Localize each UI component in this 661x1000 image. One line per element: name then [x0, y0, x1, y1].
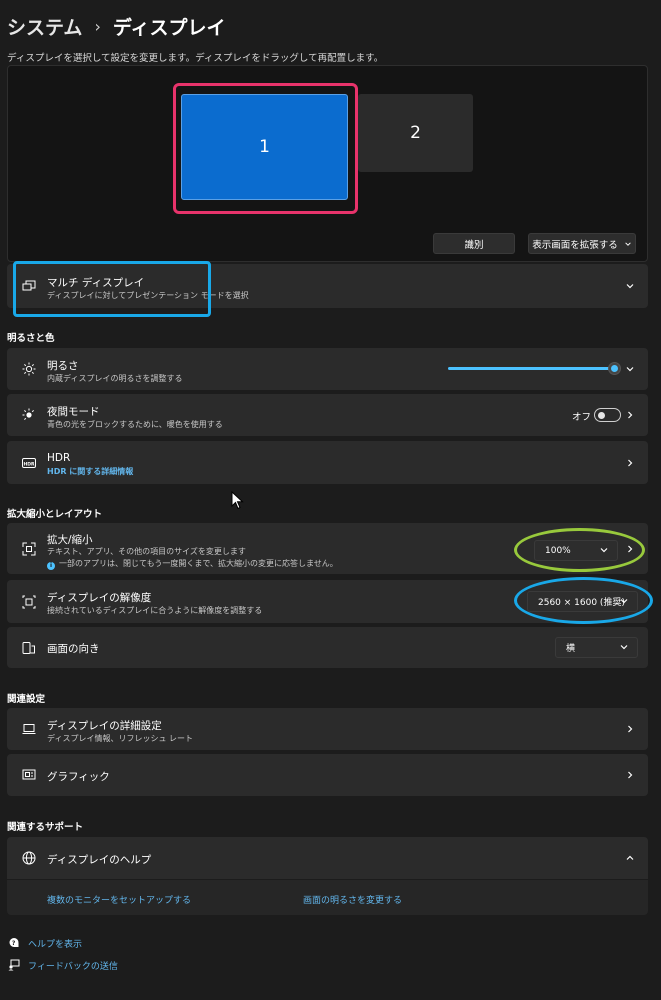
orientation-card: 画面の向き — [7, 627, 648, 668]
night-mode-title: 夜間モード — [47, 406, 100, 418]
night-mode-card[interactable]: 夜間モード 青色の光をブロックするために、暖色を使用する — [7, 394, 648, 436]
scale-note-text: 一部のアプリは、閉じてもう一度開くまで、拡大縮小の変更に応答しません。 — [59, 559, 338, 568]
graphics-title: グラフィック — [47, 771, 110, 783]
display-arrangement-panel: 1 2 識別 表示画面を拡張する — [7, 65, 648, 262]
brightness-section-heading: 明るさと色 — [7, 333, 55, 344]
resolution-title: ディスプレイの解像度 — [47, 592, 152, 604]
feedback-icon — [8, 959, 20, 971]
sun-icon — [21, 361, 37, 377]
display-help-card[interactable]: ディスプレイのヘルプ — [7, 837, 648, 879]
scale-section-heading: 拡大縮小とレイアウト — [7, 509, 103, 520]
pink-highlight-box — [173, 83, 358, 214]
breadcrumb-system[interactable]: システム — [7, 13, 82, 40]
send-feedback-link[interactable]: フィードバックの送信 — [28, 959, 118, 972]
orientation-dropdown[interactable]: 横 — [555, 637, 638, 658]
night-mode-state: オフ — [572, 412, 592, 423]
chevron-right-icon — [624, 409, 636, 421]
chevron-right-icon — [624, 769, 636, 781]
help-link-multi-monitor[interactable]: 複数のモニターをセットアップする — [47, 893, 191, 906]
identify-label: 識別 — [464, 239, 484, 251]
show-help-link[interactable]: ヘルプを表示 — [28, 937, 82, 950]
advanced-display-card[interactable]: ディスプレイの詳細設定 ディスプレイ情報、リフレッシュ レート — [7, 708, 648, 750]
scale-icon — [21, 541, 37, 557]
chevron-right-icon — [624, 723, 636, 735]
related-section-heading: 関連設定 — [7, 694, 46, 705]
display-help-title: ディスプレイのヘルプ — [47, 854, 152, 866]
orientation-value: 横 — [566, 644, 576, 654]
hdr-title: HDR — [47, 452, 71, 464]
help-link-brightness[interactable]: 画面の明るさを変更する — [303, 893, 402, 906]
scale-title: 拡大/縮小 — [47, 534, 93, 546]
brightness-slider-thumb[interactable] — [608, 362, 621, 375]
chevron-right-icon — [624, 457, 636, 469]
green-highlight-oval — [514, 528, 645, 572]
graphics-icon — [21, 767, 37, 783]
chevron-down-icon — [624, 280, 636, 292]
advanced-display-title: ディスプレイの詳細設定 — [47, 720, 162, 732]
identify-button[interactable]: 識別 — [433, 233, 515, 254]
page-subtitle: ディスプレイを選択して設定を変更します。ディスプレイをドラッグして再配置します。 — [7, 53, 384, 64]
chevron-down-icon — [620, 645, 628, 650]
laptop-icon — [21, 721, 37, 737]
svg-text:HDR: HDR — [24, 461, 36, 467]
brightness-title: 明るさ — [47, 360, 79, 372]
scale-note: i 一部のアプリは、閉じてもう一度開くまで、拡大縮小の変更に応答しません。 — [47, 558, 338, 570]
hdr-info-link[interactable]: HDR に関する詳細情報 — [47, 466, 133, 477]
advanced-display-desc: ディスプレイ情報、リフレッシュ レート — [47, 734, 193, 743]
chevron-down-icon[interactable] — [624, 363, 636, 375]
svg-text:?: ? — [12, 940, 16, 947]
night-light-icon — [21, 407, 37, 423]
help-icon: ? — [9, 937, 19, 947]
page-title: ディスプレイ — [112, 16, 226, 39]
brightness-desc: 内蔵ディスプレイの明るさを調整する — [47, 374, 183, 383]
orientation-icon — [21, 640, 37, 656]
resolution-icon — [21, 594, 37, 610]
hdr-icon: HDR — [21, 455, 37, 471]
graphics-card[interactable]: グラフィック — [7, 754, 648, 796]
scale-desc: テキスト、アプリ、その他の項目のサイズを変更します — [47, 547, 246, 556]
brightness-slider-track[interactable] — [448, 367, 614, 370]
globe-icon — [21, 850, 37, 866]
extend-display-dropdown[interactable]: 表示画面を拡張する — [528, 233, 636, 254]
breadcrumb-separator: › — [94, 16, 101, 36]
night-mode-toggle[interactable] — [594, 408, 621, 422]
extend-label: 表示画面を拡張する — [532, 239, 618, 251]
chevron-up-icon — [624, 852, 636, 864]
info-icon: i — [47, 562, 55, 570]
blue-highlight-oval — [514, 577, 653, 624]
hdr-card[interactable]: HDR HDR HDR に関する詳細情報 — [7, 441, 648, 484]
breadcrumb: システム › ディスプレイ — [7, 12, 226, 40]
orientation-title: 画面の向き — [47, 643, 100, 655]
resolution-desc: 接続されているディスプレイに合うように解像度を調整する — [47, 606, 263, 615]
blue-highlight-box — [13, 261, 211, 317]
night-mode-desc: 青色の光をブロックするために、暖色を使用する — [47, 420, 223, 429]
support-section-heading: 関連するサポート — [7, 822, 84, 833]
monitor-2[interactable]: 2 — [358, 94, 473, 172]
mouse-cursor-icon — [231, 491, 244, 510]
chevron-down-icon — [625, 241, 631, 246]
